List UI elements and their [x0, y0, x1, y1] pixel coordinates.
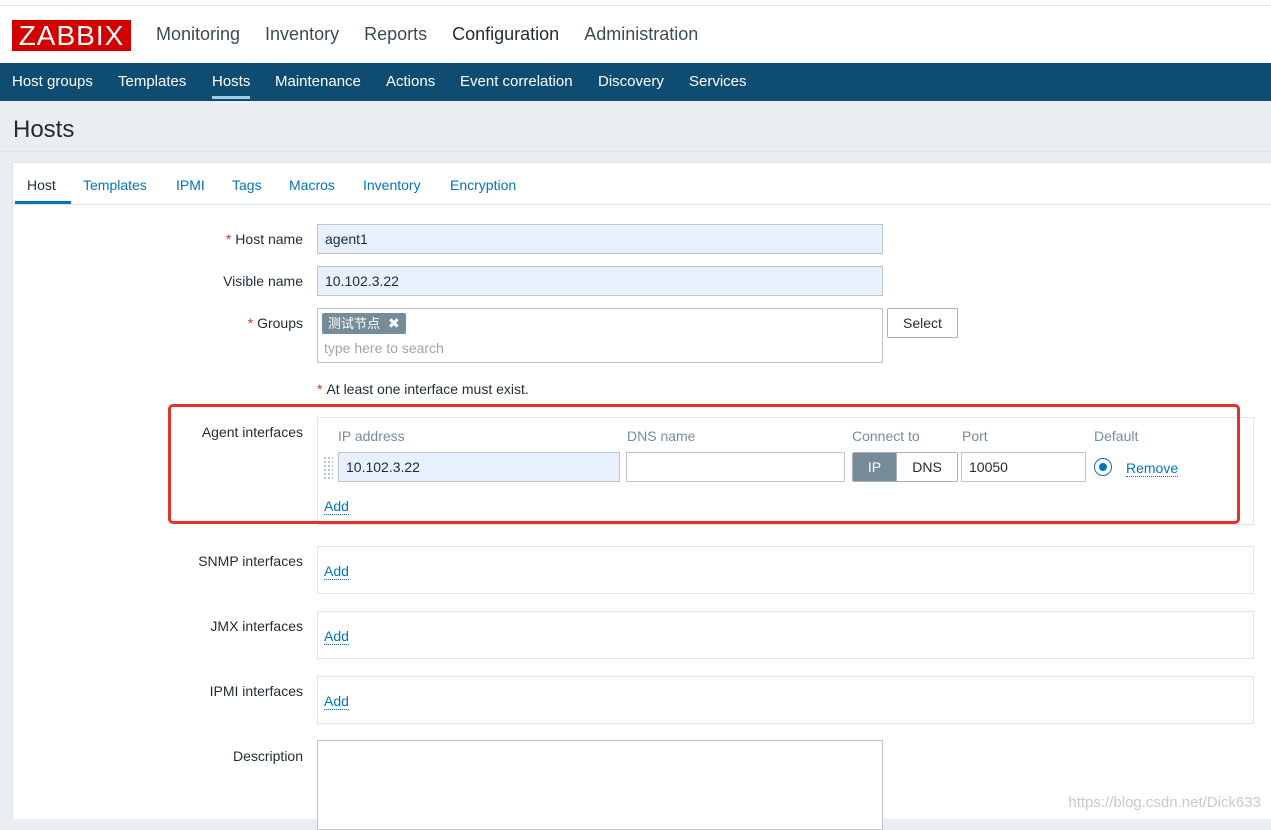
page-title: Hosts	[13, 116, 75, 143]
sub-nav-hosts[interactable]: Hosts	[212, 73, 250, 90]
visible-name-input[interactable]: 10.102.3.22	[317, 266, 883, 296]
groups-label: * Groups	[247, 315, 303, 331]
tab-ipmi[interactable]: IPMI	[176, 177, 205, 193]
connect-to-toggle: IP DNS	[852, 452, 958, 482]
column-ip-address: IP address	[338, 428, 405, 444]
add-jmx-interface-link[interactable]: Add	[324, 628, 349, 645]
sub-nav-active-indicator	[212, 96, 250, 99]
host-name-input[interactable]: agent1	[317, 224, 883, 254]
snmp-interfaces-label: SNMP interfaces	[198, 553, 303, 569]
host-name-label: * Host name	[225, 231, 303, 247]
groups-multiselect[interactable]: 测试节点 ✖ type here to search	[317, 308, 883, 363]
title-divider	[0, 151, 1271, 152]
jmx-interfaces-table: Add	[317, 611, 1254, 659]
default-interface-radio[interactable]	[1094, 458, 1112, 476]
interface-required-hint: * At least one interface must exist.	[317, 381, 529, 397]
main-nav-monitoring[interactable]: Monitoring	[156, 24, 240, 45]
agent-dns-input[interactable]	[626, 452, 845, 482]
column-port: Port	[962, 428, 988, 444]
sub-nav-event-correlation[interactable]: Event correlation	[460, 73, 573, 90]
column-dns-name: DNS name	[627, 428, 696, 444]
tab-inventory[interactable]: Inventory	[363, 177, 421, 193]
main-nav-configuration[interactable]: Configuration	[452, 24, 559, 45]
main-nav-inventory[interactable]: Inventory	[265, 24, 339, 45]
sub-nav-maintenance[interactable]: Maintenance	[275, 73, 361, 90]
connect-ip-button[interactable]: IP	[853, 453, 896, 481]
description-textarea[interactable]	[317, 740, 883, 830]
sub-nav-actions[interactable]: Actions	[386, 73, 435, 90]
add-ipmi-interface-link[interactable]: Add	[324, 693, 349, 710]
add-snmp-interface-link[interactable]: Add	[324, 563, 349, 580]
agent-interfaces-label: Agent interfaces	[201, 424, 303, 440]
main-nav-reports[interactable]: Reports	[364, 24, 427, 45]
groups-search-placeholder[interactable]: type here to search	[324, 340, 444, 356]
tab-active-indicator	[15, 201, 71, 204]
sub-nav-templates[interactable]: Templates	[118, 73, 186, 90]
tab-host[interactable]: Host	[27, 177, 56, 193]
main-nav: Monitoring Inventory Reports Configurati…	[156, 24, 723, 45]
host-form-card: Host Templates IPMI Tags Macros Inventor…	[12, 162, 1271, 830]
agent-ip-input[interactable]: 10.102.3.22	[338, 452, 620, 482]
top-header: ZABBIX Monitoring Inventory Reports Conf…	[0, 6, 1271, 63]
jmx-interfaces-label: JMX interfaces	[210, 618, 303, 634]
column-connect-to: Connect to	[852, 428, 920, 444]
tab-templates[interactable]: Templates	[83, 177, 147, 193]
add-agent-interface-link[interactable]: Add	[324, 498, 349, 515]
ipmi-interfaces-label: IPMI interfaces	[209, 683, 303, 699]
connect-dns-button[interactable]: DNS	[896, 453, 957, 481]
sub-nav: Host groups Templates Hosts Maintenance …	[0, 63, 1271, 101]
tab-encryption[interactable]: Encryption	[450, 177, 516, 193]
agent-port-input[interactable]: 10050	[961, 452, 1086, 482]
agent-interfaces-table: IP address DNS name Connect to Port Defa…	[317, 417, 1254, 525]
sub-nav-services[interactable]: Services	[689, 73, 747, 90]
close-icon[interactable]: ✖	[388, 315, 400, 331]
sub-nav-host-groups[interactable]: Host groups	[12, 73, 93, 90]
drag-handle-icon[interactable]	[323, 456, 333, 480]
watermark: https://blog.csdn.net/Dick633	[1068, 794, 1261, 811]
sub-nav-discovery[interactable]: Discovery	[598, 73, 664, 90]
group-chip-label: 测试节点	[328, 316, 381, 331]
remove-interface-link[interactable]: Remove	[1126, 460, 1179, 477]
main-nav-administration[interactable]: Administration	[584, 24, 698, 45]
group-chip: 测试节点 ✖	[322, 313, 406, 334]
groups-select-button[interactable]: Select	[887, 308, 958, 338]
tab-macros[interactable]: Macros	[289, 177, 335, 193]
zabbix-logo[interactable]: ZABBIX	[12, 20, 131, 51]
form-tabs: Host Templates IPMI Tags Macros Inventor…	[13, 163, 1271, 205]
ipmi-interfaces-table: Add	[317, 676, 1254, 724]
column-default: Default	[1094, 428, 1139, 444]
snmp-interfaces-table: Add	[317, 546, 1254, 594]
description-label: Description	[232, 748, 303, 764]
tab-tags[interactable]: Tags	[232, 177, 262, 193]
visible-name-label: Visible name	[223, 273, 303, 289]
